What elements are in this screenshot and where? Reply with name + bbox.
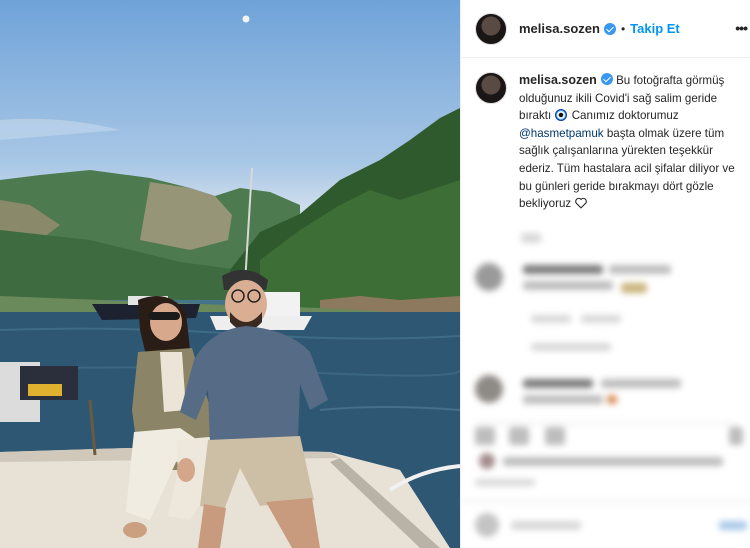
caption-text: melisa.sozen Bu fotoğrafta görmüş olduğu… (519, 72, 741, 213)
caption-username[interactable]: melisa.sozen (519, 73, 597, 87)
nazar-boncugu-icon (555, 109, 568, 122)
blurred-block (719, 521, 747, 530)
blurred-divider (461, 501, 750, 502)
blurred-block (523, 265, 603, 274)
blurred-block (609, 265, 671, 274)
blurred-divider (475, 423, 737, 424)
verified-badge-icon (603, 22, 616, 35)
blurred-block (523, 395, 603, 404)
mention-link[interactable]: @hasmetpamuk (519, 127, 604, 140)
verified-badge-icon (600, 73, 613, 85)
blurred-block (523, 281, 613, 290)
blurred-block (475, 427, 495, 445)
comments-area-blurred (461, 225, 750, 548)
blurred-block (607, 395, 617, 404)
blurred-avatar (475, 513, 499, 537)
avatar[interactable] (475, 12, 507, 45)
blurred-block (523, 379, 593, 388)
blurred-block (545, 427, 565, 445)
post-photo[interactable] (0, 0, 460, 548)
blurred-block (581, 315, 621, 323)
follow-button[interactable]: Takip Et (630, 21, 680, 36)
post-caption: melisa.sozen Bu fotoğrafta görmüş olduğu… (461, 72, 750, 213)
blurred-block (475, 479, 535, 486)
blurred-block (521, 233, 541, 243)
header-username[interactable]: melisa.sozen (519, 21, 600, 36)
blurred-avatar (475, 375, 503, 403)
blurred-block (511, 521, 581, 530)
blurred-avatar (475, 263, 503, 291)
blurred-block (729, 427, 743, 445)
blurred-block (531, 315, 571, 323)
post-sidebar: melisa.sozen • Takip Et ••• melisa.sozen… (460, 0, 750, 548)
caption-text-part-2: Canımız doktorumuz (571, 109, 679, 123)
heart-outline-icon (575, 197, 588, 209)
blurred-block (531, 343, 611, 351)
blurred-avatar (479, 453, 495, 469)
separator-dot: • (620, 21, 626, 36)
post-header: melisa.sozen • Takip Et ••• (461, 0, 750, 58)
caption-avatar[interactable] (475, 72, 507, 104)
photo-scene (0, 15, 460, 548)
more-options-icon[interactable]: ••• (735, 20, 748, 36)
blurred-block (509, 427, 529, 445)
blurred-block (503, 457, 723, 466)
blurred-block (601, 379, 681, 388)
blurred-block (621, 283, 647, 293)
